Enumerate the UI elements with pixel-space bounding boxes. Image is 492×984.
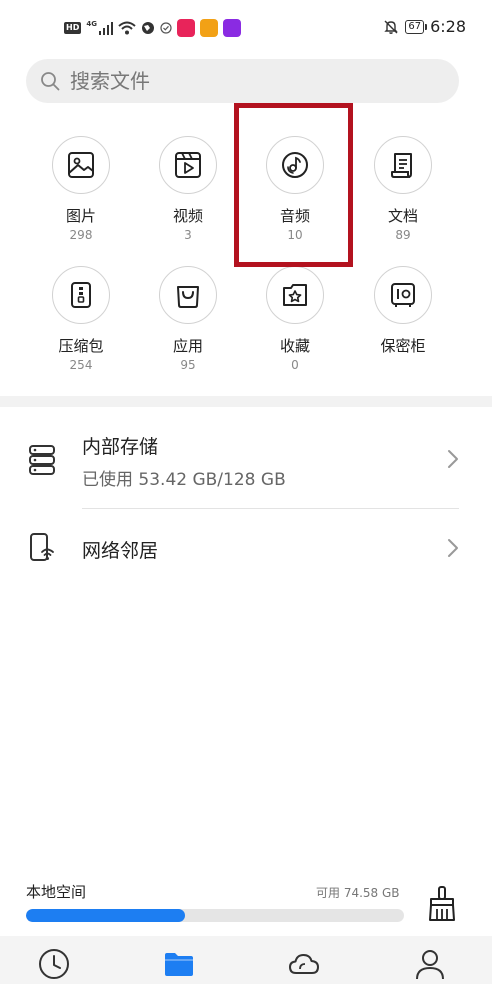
cloud-icon bbox=[289, 954, 319, 974]
category-count: 0 bbox=[291, 358, 299, 372]
mute-bell-icon bbox=[384, 20, 399, 34]
category-safe-circle[interactable] bbox=[374, 266, 432, 324]
storage-progress-bar bbox=[26, 909, 404, 922]
category-videos-circle[interactable] bbox=[159, 136, 217, 194]
wifi-icon bbox=[118, 21, 136, 35]
category-label: 应用 bbox=[172, 337, 203, 355]
category-apps-circle[interactable] bbox=[159, 266, 217, 324]
battery-indicator: 67 bbox=[405, 19, 427, 34]
folder-icon bbox=[165, 953, 193, 976]
search-icon bbox=[41, 72, 60, 91]
status-clock: 6:28 bbox=[430, 17, 466, 36]
storage-progress-fill bbox=[26, 909, 185, 922]
category-favorites[interactable]: 收藏 0 bbox=[245, 266, 345, 372]
category-label: 视频 bbox=[172, 207, 203, 225]
hd-badge: HD bbox=[64, 22, 82, 34]
category-images[interactable]: 图片 298 bbox=[31, 136, 131, 242]
storage-server-icon bbox=[29, 445, 55, 475]
nav-recent[interactable] bbox=[34, 944, 74, 984]
network-device-icon bbox=[30, 533, 54, 561]
network-neighborhood-title: 网络邻居 bbox=[82, 540, 159, 562]
profile-icon bbox=[416, 950, 444, 980]
signal-icon bbox=[98, 21, 113, 35]
safe-icon bbox=[391, 283, 415, 307]
search-box[interactable] bbox=[26, 59, 459, 103]
chevron-right-icon bbox=[448, 450, 458, 468]
nav-profile[interactable] bbox=[410, 944, 450, 984]
category-label: 保密柜 bbox=[380, 337, 426, 355]
category-count: 89 bbox=[395, 228, 411, 242]
nav-cloud[interactable] bbox=[284, 944, 324, 984]
status-bar-right: 67 6:28 bbox=[383, 17, 466, 36]
zip-icon bbox=[71, 282, 91, 308]
clean-broom-icon[interactable] bbox=[426, 885, 458, 923]
internal-storage-usage: 已使用 53.42 GB/128 GB bbox=[82, 470, 286, 490]
local-space-available: 可用 74.58 GB bbox=[316, 886, 400, 900]
category-images-circle[interactable] bbox=[52, 136, 110, 194]
highlight-box bbox=[234, 103, 353, 267]
row-divider bbox=[82, 508, 459, 509]
section-divider bbox=[0, 396, 492, 407]
search-input[interactable] bbox=[70, 59, 450, 103]
notification-app-icon-player bbox=[222, 19, 241, 37]
local-space-label: 本地空间 bbox=[26, 883, 87, 901]
nav-browse[interactable] bbox=[159, 944, 199, 984]
category-count: 95 bbox=[180, 358, 196, 372]
recent-clock-icon bbox=[39, 949, 69, 979]
status-bar: HD 4G 67 6:28 bbox=[0, 0, 492, 56]
check-circle-icon bbox=[160, 22, 172, 34]
chevron-right-icon bbox=[448, 539, 458, 557]
bottom-nav bbox=[0, 936, 492, 984]
internal-storage-title: 内部存储 bbox=[82, 436, 159, 458]
browser-globe-icon bbox=[141, 22, 154, 34]
category-label: 收藏 bbox=[279, 337, 310, 355]
category-apps[interactable]: 应用 95 bbox=[138, 266, 238, 372]
category-favorites-circle[interactable] bbox=[266, 266, 324, 324]
internal-storage-row[interactable]: 内部存储 已使用 53.42 GB/128 GB bbox=[0, 420, 492, 508]
category-count: 3 bbox=[184, 228, 192, 242]
category-documents[interactable]: 文档 89 bbox=[353, 136, 453, 242]
video-icon bbox=[175, 152, 201, 178]
star-folder-icon bbox=[283, 284, 307, 306]
category-label: 文档 bbox=[387, 207, 418, 225]
category-documents-circle[interactable] bbox=[374, 136, 432, 194]
category-safe[interactable]: 保密柜 bbox=[353, 266, 453, 358]
document-icon bbox=[391, 153, 412, 178]
notification-app-icon-sing bbox=[199, 19, 218, 37]
category-count: 298 bbox=[69, 228, 93, 242]
category-count: 254 bbox=[69, 358, 93, 372]
status-bar-left: HD 4G bbox=[64, 19, 241, 37]
image-icon bbox=[68, 152, 94, 178]
notification-app-icon-music bbox=[176, 19, 195, 37]
category-videos[interactable]: 视频 3 bbox=[138, 136, 238, 242]
category-archives[interactable]: 压缩包 254 bbox=[31, 266, 131, 372]
network-neighborhood-row[interactable]: 网络邻居 bbox=[0, 510, 492, 586]
shopping-bag-icon bbox=[177, 286, 199, 308]
category-archives-circle[interactable] bbox=[52, 266, 110, 324]
category-label: 图片 bbox=[65, 207, 96, 225]
category-label: 压缩包 bbox=[58, 337, 104, 355]
network-type-label: 4G bbox=[86, 20, 97, 28]
